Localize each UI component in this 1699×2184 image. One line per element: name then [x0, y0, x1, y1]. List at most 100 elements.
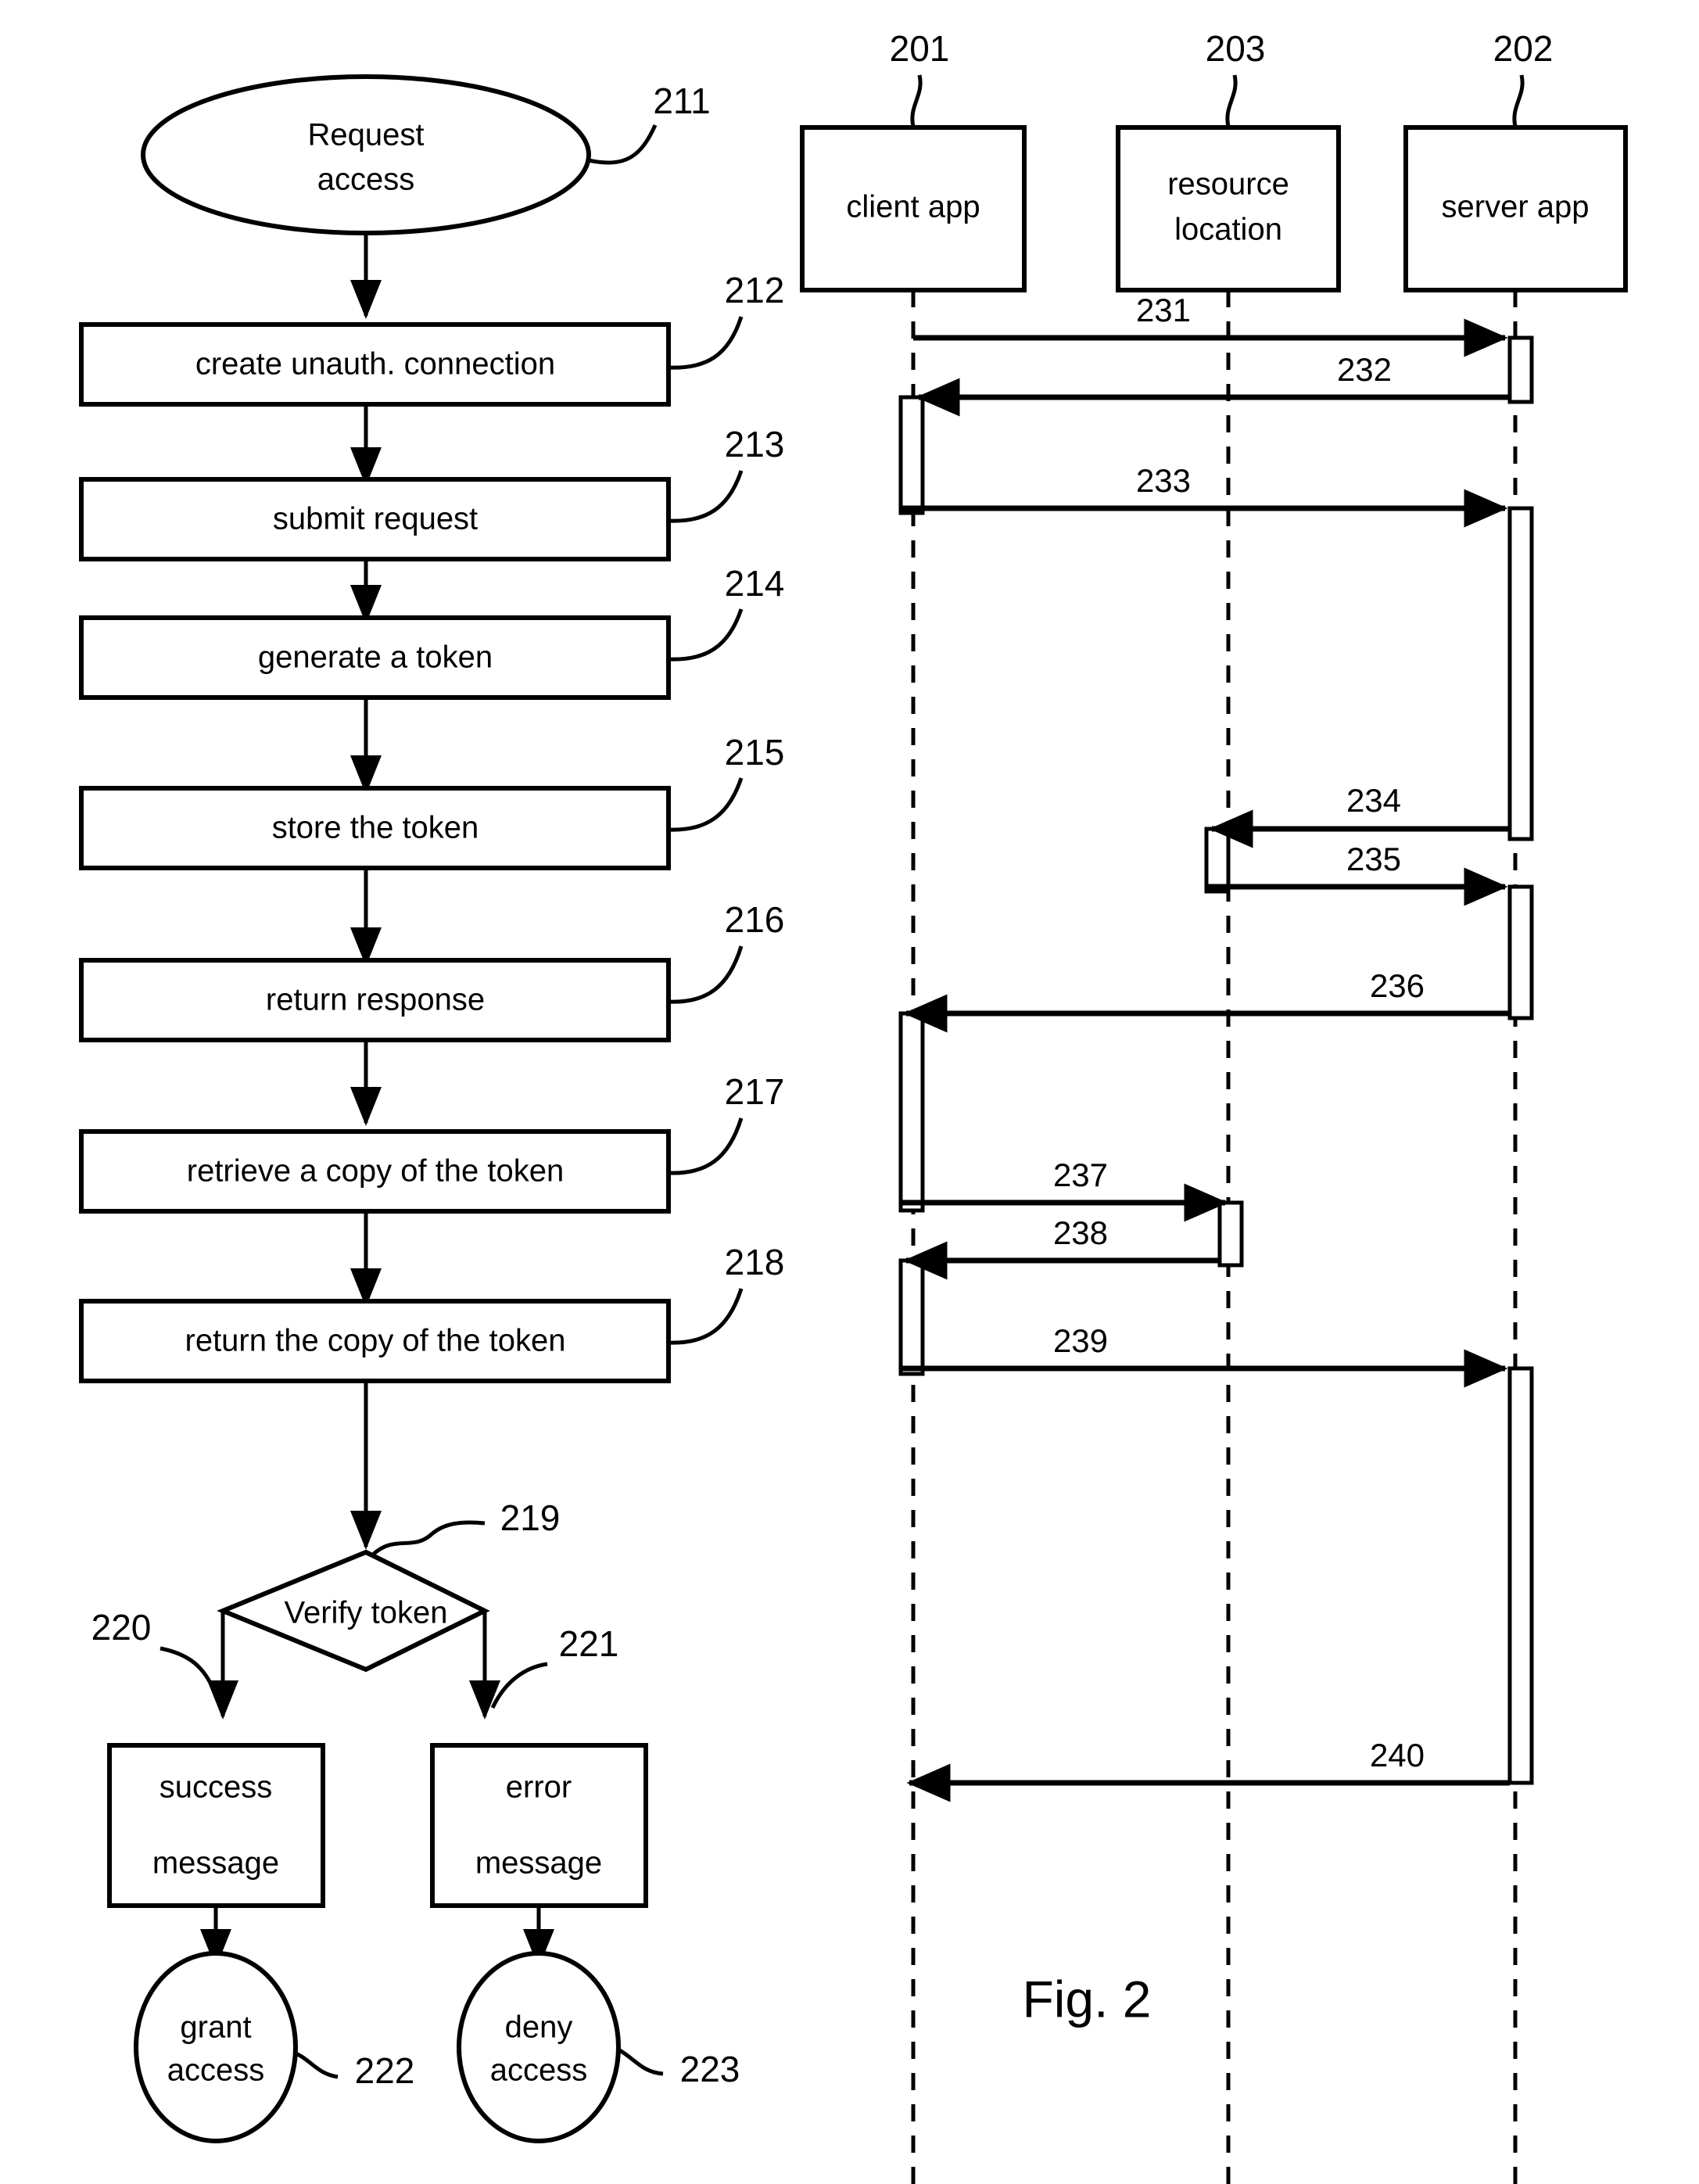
flow-start-node: Request access — [141, 74, 591, 235]
patent-figure-2: Request access 211 create unauth. connec… — [0, 0, 1699, 2184]
flow-step-212: create unauth. connection — [79, 322, 671, 407]
leader-line-211 — [588, 124, 658, 165]
activation-server-app-2 — [1507, 506, 1534, 841]
message-number-238: 238 — [1053, 1214, 1108, 1251]
activation-resource-location-1 — [1204, 827, 1231, 894]
sequence-message-238: 238 — [903, 1214, 1220, 1280]
leader-line-222 — [292, 2050, 339, 2079]
leader-line-216 — [668, 945, 744, 1004]
leader-line-212 — [668, 316, 744, 370]
participant-label-server-app: server app — [1442, 190, 1590, 224]
flow-outcome-220: success message — [107, 1743, 325, 1908]
ref-number-221: 221 — [559, 1623, 619, 1664]
sequence-participant-resource-location: resource location — [1116, 125, 1341, 292]
leader-line-218 — [668, 1288, 744, 1345]
terminal-ellipse-222 — [134, 1951, 298, 2143]
ref-number-214: 214 — [725, 563, 785, 604]
sequence-message-232: 232 — [916, 351, 1510, 417]
message-number-233: 233 — [1136, 462, 1191, 499]
decision-label: Verify token — [284, 1596, 447, 1630]
flow-outcome-221: error message — [430, 1743, 648, 1908]
step-label-214: generate a token — [258, 640, 493, 675]
step-label-212: create unauth. connection — [195, 347, 555, 382]
ref-number-222: 222 — [355, 2050, 415, 2091]
ref-number-223: 223 — [680, 2049, 740, 2089]
terminal-label-222-line2: access — [167, 2053, 265, 2088]
ref-number-215: 215 — [725, 732, 785, 773]
participant-label-client-app: client app — [846, 190, 980, 224]
leader-line-213 — [668, 470, 744, 523]
activation-server-app-4 — [1507, 1366, 1534, 1785]
leader-line-203 — [1225, 74, 1238, 127]
message-number-231: 231 — [1136, 292, 1191, 328]
step-label-213: submit request — [273, 502, 478, 536]
message-number-232: 232 — [1337, 351, 1392, 388]
leader-line-223 — [615, 2046, 664, 2076]
participant-label-resource-location-line1: resource — [1167, 167, 1289, 202]
flow-step-218: return the copy of the token — [79, 1299, 671, 1383]
ref-number-217: 217 — [725, 1071, 785, 1112]
participant-box-resource-location — [1116, 125, 1341, 292]
message-number-239: 239 — [1053, 1322, 1108, 1359]
sequence-participant-server-app: server app — [1403, 125, 1628, 292]
flow-step-214: generate a token — [79, 615, 671, 700]
ref-number-220: 220 — [91, 1607, 152, 1648]
ref-number-213: 213 — [725, 424, 785, 464]
step-label-215: store the token — [272, 811, 479, 845]
ref-number-201: 201 — [890, 28, 950, 69]
activation-server-app-3 — [1507, 884, 1534, 1020]
activation-client-app-2 — [898, 1011, 925, 1213]
sequence-message-235: 235 — [1206, 841, 1508, 906]
activation-client-app-3 — [898, 1258, 925, 1376]
ref-number-202: 202 — [1493, 28, 1554, 69]
flow-step-217: retrieve a copy of the token — [79, 1129, 671, 1214]
terminal-label-222-line1: grant — [180, 2010, 251, 2045]
message-number-237: 237 — [1053, 1157, 1108, 1193]
step-label-216: return response — [266, 983, 485, 1017]
message-number-236: 236 — [1370, 967, 1425, 1004]
ref-number-216: 216 — [725, 899, 785, 940]
ref-number-203: 203 — [1206, 28, 1266, 69]
activation-resource-location-2 — [1217, 1200, 1244, 1268]
leader-line-215 — [668, 777, 744, 832]
flow-terminal-223: deny access — [457, 1951, 621, 2143]
start-label-line2: access — [317, 163, 415, 197]
sequence-message-240: 240 — [906, 1737, 1510, 1802]
figure-caption: Fig. 2 — [1022, 1970, 1151, 2028]
outcome-label-221-line2: message — [475, 1846, 602, 1881]
sequence-message-237: 237 — [901, 1157, 1228, 1222]
outcome-label-220-line2: message — [152, 1846, 279, 1881]
participant-label-resource-location-line2: location — [1174, 213, 1282, 247]
start-label-line1: Request — [308, 118, 425, 152]
outcome-label-221-line1: error — [506, 1770, 572, 1805]
terminal-ellipse-223 — [457, 1951, 621, 2143]
start-ellipse — [141, 74, 591, 235]
flow-terminal-222: grant access — [134, 1951, 298, 2143]
leader-line-217 — [668, 1117, 744, 1175]
sequence-message-234: 234 — [1209, 782, 1510, 848]
terminal-label-223-line2: access — [490, 2053, 588, 2088]
leader-line-214 — [668, 608, 744, 662]
sequence-message-231: 231 — [913, 292, 1508, 357]
leader-line-202 — [1512, 74, 1525, 127]
leader-line-221 — [490, 1662, 548, 1709]
activation-client-app-1 — [898, 395, 925, 515]
flow-step-216: return response — [79, 958, 671, 1042]
flow-step-213: submit request — [79, 477, 671, 561]
message-number-234: 234 — [1346, 782, 1401, 819]
outcome-label-220-line1: success — [160, 1770, 273, 1805]
sequence-message-236: 236 — [903, 967, 1510, 1033]
step-label-218: return the copy of the token — [185, 1324, 566, 1358]
flow-decision-219: Verify token — [217, 1549, 490, 1673]
ref-number-211: 211 — [653, 81, 710, 121]
ref-number-212: 212 — [725, 270, 785, 310]
ref-number-219: 219 — [500, 1497, 561, 1538]
leader-line-201 — [910, 74, 923, 127]
sequence-message-233: 233 — [901, 462, 1508, 528]
sequence-message-239: 239 — [901, 1322, 1508, 1388]
flow-step-215: store the token — [79, 786, 671, 870]
step-label-217: retrieve a copy of the token — [187, 1154, 565, 1189]
leader-line-220 — [160, 1646, 218, 1696]
ref-number-218: 218 — [725, 1242, 785, 1282]
message-number-240: 240 — [1370, 1737, 1425, 1773]
